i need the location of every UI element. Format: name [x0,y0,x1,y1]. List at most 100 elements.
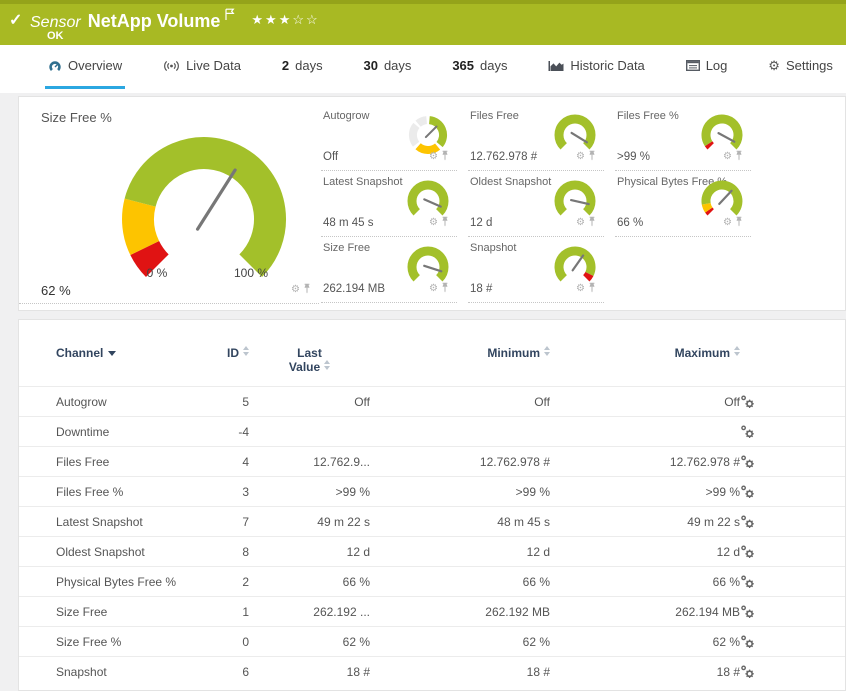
tab-365-days[interactable]: 365 days [449,45,510,89]
pin-icon[interactable] [303,281,311,299]
priority-stars[interactable]: ★★★☆☆ [251,12,319,28]
pin-icon[interactable] [588,148,596,166]
tab-prefix: 365 [452,58,475,73]
gear-icon[interactable]: ⚙ [576,284,585,294]
star-filled-icon[interactable]: ★ [279,12,293,27]
gauge-tile-latest-snapshot[interactable]: Latest Snapshot 48 m 45 s ⚙ [321,171,457,237]
table-row-physical-bytes-free: Physical Bytes Free % 2 66 % 66 % 66 % [19,566,845,596]
sensor-header: ✓ Sensor NetApp Volume ★★★☆☆ OK [0,0,846,45]
tab-overview[interactable]: Overview [45,45,126,89]
gauge-tile-size-free[interactable]: Size Free 262.194 MB ⚙ [321,237,457,303]
main-gauge-min-label: 0 % [146,266,168,280]
gear-icon[interactable]: ⚙ [723,152,732,162]
pin-icon[interactable] [735,148,743,166]
pin-icon[interactable] [588,280,596,298]
tab-label: days [383,58,412,73]
gear-icon[interactable]: ⚙ [576,152,585,162]
tab-bar: Overview Live Data 2 days 30 days 365 days Histo… [0,45,846,93]
cell-minimum: 62 % [522,634,550,649]
cell-last-value: 18 # [346,664,370,679]
column-header-id[interactable]: ID [214,346,249,360]
gauge-tile-snapshot[interactable]: Snapshot 18 # ⚙ [468,237,604,303]
cell-id: 3 [242,484,249,499]
cell-minimum: Off [534,394,550,409]
cell-id: 0 [242,634,249,649]
main-gauge-label: Size Free % [41,110,112,125]
tab-settings[interactable]: ⚙ Settings [765,45,836,89]
cell-maximum: Off [724,394,740,409]
tile-label: Files Free [470,110,519,122]
cell-minimum: 48 m 45 s [497,514,550,529]
cell-maximum: >99 % [705,484,740,499]
tab-label: Live Data [186,58,241,73]
area-chart-icon [548,60,564,72]
cell-maximum: 12.762.978 # [669,454,740,469]
star-filled-icon[interactable]: ★ [251,12,265,27]
cell-channel: Files Free [56,454,110,469]
edit-channel-icon[interactable] [740,545,845,559]
gauge-tile-size-free-pct-main[interactable]: Size Free % 0 % 100 % 62 % ⚙ [19,105,319,304]
gear-icon[interactable]: ⚙ [723,218,732,228]
edit-channel-icon[interactable] [740,605,845,619]
pin-icon[interactable] [588,214,596,232]
tile-actions: ⚙ [429,148,449,166]
edit-channel-icon[interactable] [740,485,845,499]
object-kind-label: Sensor [30,14,81,31]
tile-label: Autogrow [323,110,370,122]
gear-icon[interactable]: ⚙ [576,218,585,228]
cell-id: 8 [242,544,249,559]
gauge-tile-files-free[interactable]: Files Free % >99 % ⚙ [615,105,751,171]
tab-label: days [480,58,508,73]
cell-maximum: 66 % [712,574,740,589]
cell-channel: Autogrow [56,394,107,409]
gauge-tile-oldest-snapshot[interactable]: Oldest Snapshot 12 d ⚙ [468,171,604,237]
main-gauge-value: 62 % [41,283,71,298]
cell-minimum: >99 % [515,484,550,499]
gear-icon[interactable]: ⚙ [429,218,438,228]
column-header-maximum[interactable]: Maximum [550,346,740,360]
cell-channel: Size Free % [56,634,122,649]
star-empty-icon[interactable]: ☆ [292,12,306,27]
star-filled-icon[interactable]: ★ [265,12,279,27]
gauge-tile-autogrow[interactable]: Autogrow Off ⚙ [321,105,457,171]
edit-channel-icon[interactable] [740,575,845,589]
small-gauges-grid: Autogrow Off ⚙ Files Free 12.762.978 # ⚙ Files… [321,105,751,303]
gauge-tile-physical-bytes-free[interactable]: Physical Bytes Free % 66 % ⚙ [615,171,751,237]
table-row-downtime: Downtime -4 [19,416,845,446]
column-header-channel[interactable]: Channel [56,346,214,360]
cell-channel: Files Free % [56,484,124,499]
table-row-size-free: Size Free % 0 62 % 62 % 62 % [19,626,845,656]
tab-log[interactable]: Log [683,45,731,89]
tab-30-days[interactable]: 30 days [360,45,414,89]
pin-icon[interactable] [735,214,743,232]
table-row-latest-snapshot: Latest Snapshot 7 49 m 22 s 48 m 45 s 49 m 2… [19,506,845,536]
pin-icon[interactable] [441,280,449,298]
cell-channel: Downtime [56,424,110,439]
gear-icon[interactable]: ⚙ [291,285,300,295]
gauge-tile-files-free[interactable]: Files Free 12.762.978 # ⚙ [468,105,604,171]
tab-2-days[interactable]: 2 days [279,45,326,89]
tab-live-data[interactable]: Live Data [160,45,244,89]
tab-historic-data[interactable]: Historic Data [545,45,647,89]
edit-channel-icon[interactable] [740,665,845,679]
cell-id: 7 [242,514,249,529]
pin-icon[interactable] [441,148,449,166]
status-badge: OK [47,30,64,42]
tab-prefix: 30 [363,58,378,73]
column-header-last-value[interactable]: Last Value [249,346,370,374]
table-row-snapshot: Snapshot 6 18 # 18 # 18 # [19,656,845,686]
cell-last-value: 12 d [346,544,370,559]
edit-channel-icon[interactable] [740,455,845,469]
edit-channel-icon[interactable] [740,515,845,529]
pin-icon[interactable] [441,214,449,232]
tab-label: Log [705,58,728,73]
gauge-graphic [122,137,286,277]
column-header-minimum[interactable]: Minimum [370,346,550,360]
edit-channel-icon[interactable] [740,395,845,409]
flag-icon[interactable] [224,8,235,21]
gear-icon[interactable]: ⚙ [429,284,438,294]
gear-icon[interactable]: ⚙ [429,152,438,162]
edit-channel-icon[interactable] [740,635,845,649]
edit-channel-icon[interactable] [740,425,845,439]
star-empty-icon[interactable]: ☆ [306,12,320,27]
